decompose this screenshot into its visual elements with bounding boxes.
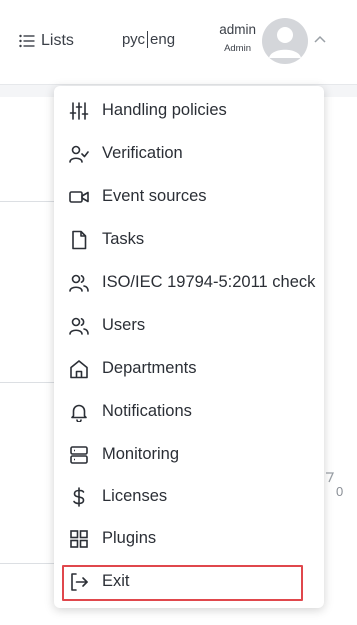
menu-item-label: Departments <box>102 359 197 377</box>
avatar[interactable] <box>262 18 308 64</box>
menu-item-iso-check[interactable]: ISO/IEC 19794-5:2011 check <box>54 264 324 302</box>
menu-item-users[interactable]: Users <box>54 307 324 345</box>
arrow-icon <box>326 472 335 483</box>
user-dropdown-menu: Handling policies Verification Event sou… <box>54 86 324 608</box>
side-count: 0 <box>336 484 344 499</box>
users-icon <box>69 273 89 293</box>
grid-icon <box>69 529 89 549</box>
list-icon <box>19 34 35 48</box>
menu-item-verification[interactable]: Verification <box>54 135 324 173</box>
language-switcher: рус eng <box>122 31 175 48</box>
document-icon <box>69 230 89 250</box>
lang-ru-option[interactable]: рус <box>122 31 145 48</box>
menu-item-exit[interactable]: Exit <box>54 563 324 601</box>
divider <box>0 382 60 383</box>
chevron-up-icon[interactable] <box>313 34 327 44</box>
menu-item-monitoring[interactable]: Monitoring <box>54 436 324 474</box>
user-check-icon <box>69 144 89 164</box>
user-role: Admin <box>224 43 251 54</box>
menu-item-plugins[interactable]: Plugins <box>54 520 324 558</box>
menu-item-label: Plugins <box>102 529 157 547</box>
menu-item-departments[interactable]: Departments <box>54 350 324 388</box>
lang-en-option[interactable]: eng <box>150 31 175 48</box>
menu-item-licenses[interactable]: Licenses <box>54 478 324 516</box>
video-camera-icon <box>69 187 89 207</box>
server-icon <box>69 445 89 465</box>
menu-item-label: Handling policies <box>102 101 227 119</box>
menu-item-label: ISO/IEC 19794-5:2011 check <box>102 273 316 291</box>
menu-item-label: Verification <box>102 144 183 162</box>
menu-item-label: Exit <box>102 572 130 590</box>
lists-button[interactable]: Lists <box>19 30 74 52</box>
divider <box>0 201 60 202</box>
sliders-icon <box>69 101 89 121</box>
user-name: admin <box>219 22 256 37</box>
menu-item-event-sources[interactable]: Event sources <box>54 178 324 216</box>
menu-item-label: Event sources <box>102 187 207 205</box>
menu-item-handling-policies[interactable]: Handling policies <box>54 92 324 130</box>
top-header: Lists рус eng admin Admin <box>0 0 357 85</box>
user-avatar-icon <box>269 27 301 58</box>
menu-item-label: Users <box>102 316 146 334</box>
home-icon <box>69 359 89 379</box>
lang-divider <box>147 31 149 48</box>
divider <box>0 563 60 564</box>
menu-item-label: Notifications <box>102 402 192 420</box>
menu-item-notifications[interactable]: Notifications <box>54 393 324 431</box>
users-icon <box>69 316 89 336</box>
menu-item-label: Monitoring <box>102 445 180 463</box>
lists-label: Lists <box>41 32 74 49</box>
dollar-icon <box>69 487 89 507</box>
menu-item-label: Licenses <box>102 487 168 505</box>
menu-item-tasks[interactable]: Tasks <box>54 221 324 259</box>
menu-item-label: Tasks <box>102 230 145 248</box>
logout-icon <box>69 572 89 592</box>
bell-icon <box>69 402 89 422</box>
